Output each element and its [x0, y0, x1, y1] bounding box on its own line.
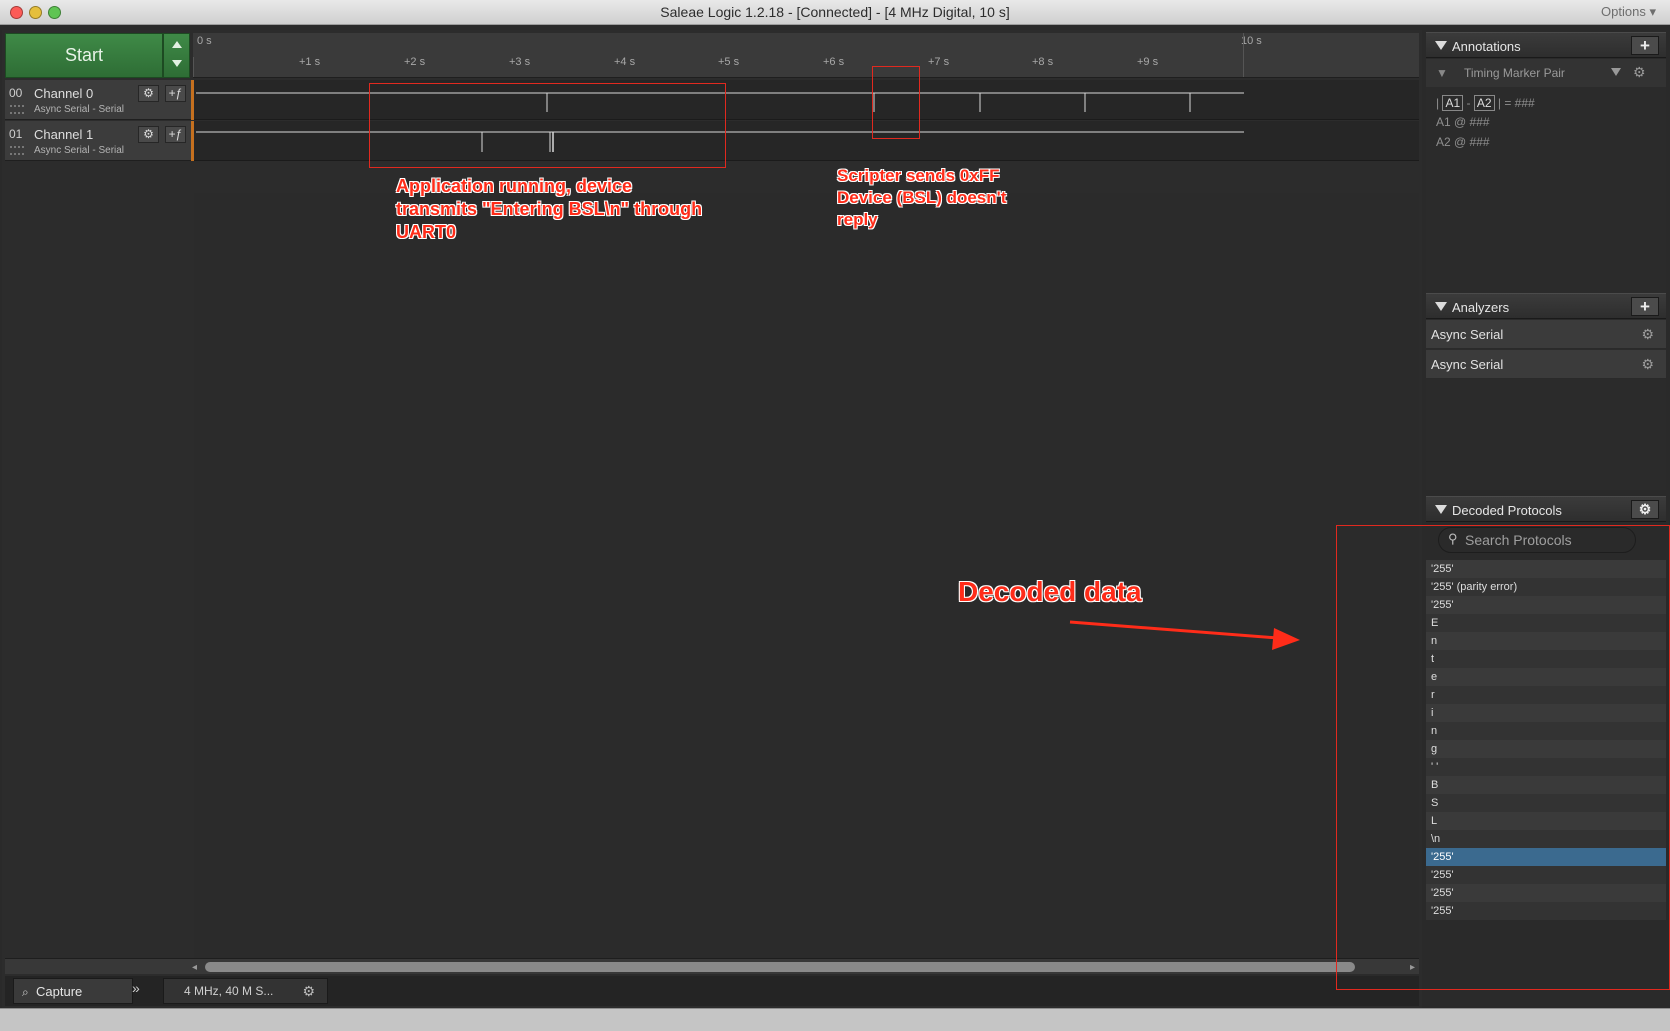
sample-rate-tab[interactable]: 4 MHz, 40 M S... ⚙: [163, 978, 328, 1004]
trigger-edge-icon[interactable]: +ƒ: [165, 85, 186, 102]
tick-label: +8 s: [1032, 56, 1054, 68]
dropdown-arrow-icon[interactable]: [1611, 68, 1621, 76]
options-menu[interactable]: Options ▾: [1601, 4, 1656, 20]
highlight-box-0xff: [872, 66, 920, 139]
channel-1-header[interactable]: 01 Channel 1 Async Serial - Serial ⚙ +ƒ: [5, 121, 193, 161]
channel-settings-gear-icon[interactable]: ⚙: [138, 85, 159, 102]
double-chevron-icon[interactable]: »: [132, 980, 140, 996]
analyzer-item[interactable]: Async Serial ⚙: [1426, 350, 1666, 379]
collapse-triangle-icon[interactable]: [1435, 41, 1447, 50]
tick-label: +5 s: [718, 56, 740, 68]
marker-pin-icon: ▼: [1436, 66, 1448, 80]
marker-separator: -: [1466, 96, 1471, 110]
marker-delta-value: = ###: [1504, 96, 1535, 110]
tick-label: +7 s: [928, 56, 950, 68]
add-analyzer-button[interactable]: +: [1631, 297, 1659, 316]
a2-marker-button[interactable]: A2: [1473, 95, 1495, 111]
capture-icon: ⌕: [22, 985, 29, 999]
analyzers-header[interactable]: Analyzers +: [1426, 293, 1666, 319]
waveform-canvas[interactable]: [194, 193, 1419, 985]
timing-marker-pair-row[interactable]: ▼ Timing Marker Pair ⚙: [1426, 59, 1666, 87]
timing-marker-pair-label: Timing Marker Pair: [1464, 66, 1565, 80]
channel-name[interactable]: Channel 1: [34, 127, 93, 142]
decoded-protocols-title: Decoded Protocols: [1452, 503, 1562, 518]
window-title: Saleae Logic 1.2.18 - [Connected] - [4 M…: [660, 4, 1010, 20]
tick-label: +4 s: [614, 56, 636, 68]
analyzer-item[interactable]: Async Serial ⚙: [1426, 320, 1666, 349]
channel-analyzer-label: Async Serial - Serial: [34, 104, 125, 115]
main-pane: Start 0 s 10 s +1 s +2 s +3 s +4 s +5 s …: [2, 30, 1422, 1008]
add-annotation-button[interactable]: +: [1631, 36, 1659, 55]
time-start-label: 0 s: [197, 35, 212, 47]
horizontal-scrollbar[interactable]: ◂ ▸: [5, 958, 1419, 974]
annotations-body: ▼ Timing Marker Pair ⚙ | A1 - A2 | = ###…: [1426, 59, 1666, 319]
analyzer-label: Async Serial: [1431, 357, 1504, 372]
highlight-box-decoded: [1336, 525, 1670, 990]
highlight-box-uart0: [369, 83, 726, 168]
channel-name[interactable]: Channel 0: [34, 86, 93, 101]
a2-position: A2 @ ###: [1436, 135, 1490, 149]
time-ruler[interactable]: 0 s 10 s +1 s +2 s +3 s +4 s +5 s +6 s +…: [193, 33, 1419, 78]
channel-number: 00: [9, 86, 23, 100]
title-bar: Saleae Logic 1.2.18 - [Connected] - [4 M…: [0, 0, 1670, 25]
annotations-title: Annotations: [1452, 39, 1521, 54]
a1-position: A1 @ ###: [1436, 115, 1490, 129]
arrow-up-icon[interactable]: [172, 41, 182, 48]
analyzer-settings-gear-icon[interactable]: ⚙: [1641, 356, 1654, 373]
decoded-settings-gear-icon[interactable]: ⚙: [1631, 500, 1659, 519]
marker-delta-line: | A1 - A2 | = ###: [1436, 95, 1535, 111]
ruler-end-line: [1243, 33, 1244, 77]
start-options-stepper[interactable]: [163, 33, 190, 78]
bottom-toolbar: ⌕ Capture » 4 MHz, 40 M S... ⚙: [5, 976, 1419, 1006]
scroll-left-icon[interactable]: ◂: [192, 962, 197, 973]
red-arrow-icon: [1069, 620, 1300, 650]
tick-label: +9 s: [1137, 56, 1159, 68]
collapse-triangle-icon[interactable]: [1435, 302, 1447, 311]
time-end-label: 10 s: [1241, 35, 1262, 47]
note-scripter-sends: Scripter sends 0xFF Device (BSL) doesn't…: [837, 166, 1007, 229]
scrollbar-thumb[interactable]: [205, 962, 1355, 972]
a1-marker-button[interactable]: A1: [1442, 95, 1464, 111]
capture-label: Capture: [36, 983, 83, 999]
tick-label: +6 s: [823, 56, 845, 68]
channel-0-header[interactable]: 00 Channel 0 Async Serial - Serial ⚙ +ƒ: [5, 80, 193, 120]
annotations-header[interactable]: Annotations +: [1426, 32, 1666, 58]
arrow-down-icon[interactable]: [172, 60, 182, 67]
collapse-triangle-icon[interactable]: [1435, 505, 1447, 514]
marker-settings-gear-icon[interactable]: ⚙: [1633, 64, 1646, 81]
drag-handle-icon[interactable]: [10, 105, 24, 114]
trigger-edge-icon[interactable]: +ƒ: [165, 126, 186, 143]
rate-settings-gear-icon[interactable]: ⚙: [302, 983, 315, 1000]
note-decoded-data: Decoded data: [958, 576, 1142, 607]
tick-label: +3 s: [509, 56, 531, 68]
decoded-protocols-header[interactable]: Decoded Protocols ⚙: [1426, 496, 1666, 522]
analyzer-settings-gear-icon[interactable]: ⚙: [1641, 326, 1654, 343]
channel-analyzer-label: Async Serial - Serial: [34, 145, 125, 156]
analyzer-label: Async Serial: [1431, 327, 1504, 342]
window-bottom-edge: [0, 1008, 1670, 1031]
tick-label: +2 s: [404, 56, 426, 68]
start-button[interactable]: Start: [5, 33, 163, 78]
analyzers-title: Analyzers: [1452, 300, 1510, 315]
app-window: Saleae Logic 1.2.18 - [Connected] - [4 M…: [0, 0, 1670, 1031]
channel-number: 01: [9, 127, 23, 141]
capture-tab[interactable]: ⌕ Capture: [13, 978, 133, 1004]
note-application-running: Application running, device transmits "E…: [396, 176, 703, 242]
ruler-origin-line: [193, 57, 194, 77]
sample-rate-label: 4 MHz, 40 M S...: [184, 984, 274, 998]
drag-handle-icon[interactable]: [10, 146, 24, 155]
channel-settings-gear-icon[interactable]: ⚙: [138, 126, 159, 143]
tick-label: +1 s: [299, 56, 321, 68]
analyzers-body: Async Serial ⚙ Async Serial ⚙: [1426, 320, 1666, 490]
